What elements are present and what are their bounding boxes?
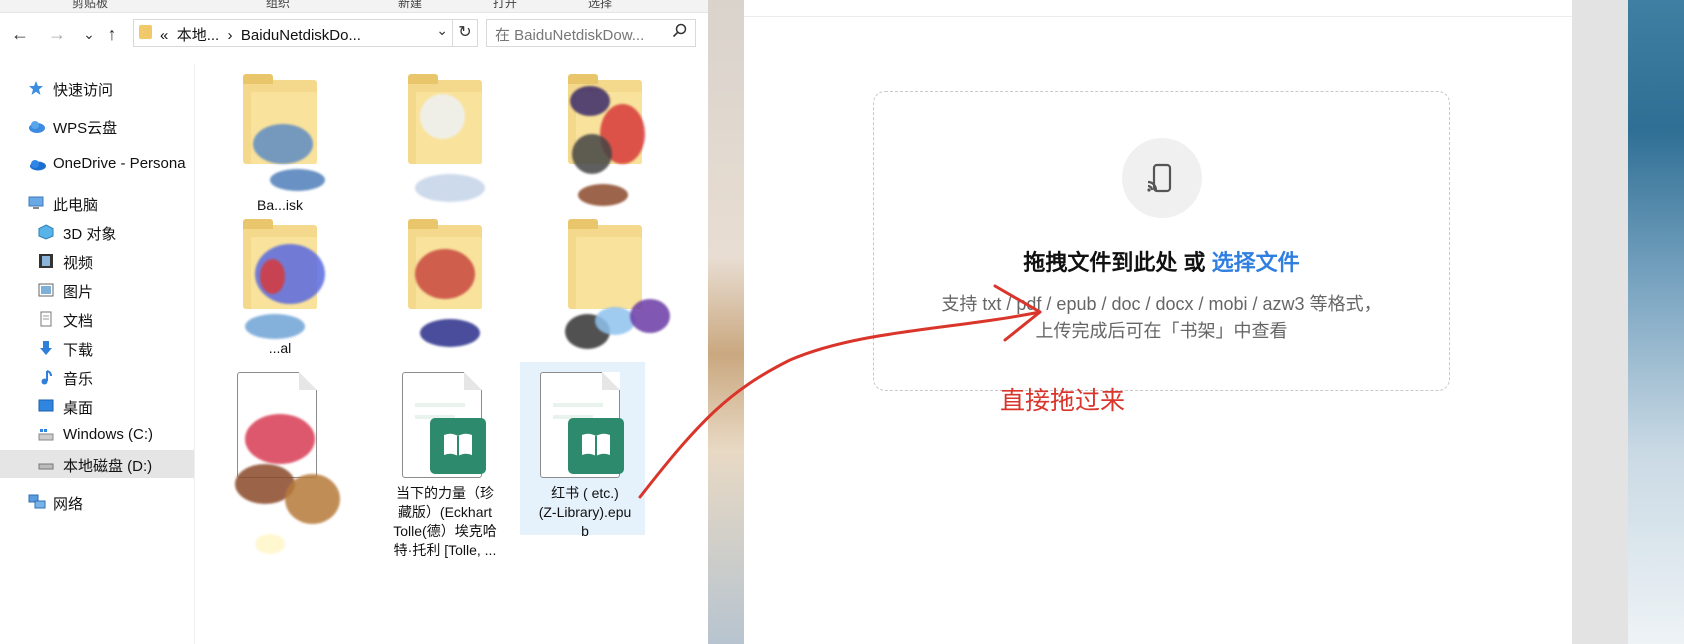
file-grid: Ba...isk ...al 当下的力量（珍 藏版）(Eckhart Tolle… bbox=[200, 64, 700, 644]
sidebar-item-label: 桌面 bbox=[63, 400, 94, 417]
sidebar-item-quick-access[interactable]: 快速访问 bbox=[0, 74, 194, 102]
supported-formats-text: 支持 txt / pdf / epub / doc / docx / mobi … bbox=[941, 294, 1382, 314]
ribbon-group-labels: 剪贴板 组织 新建 打开 选择 bbox=[0, 0, 708, 13]
address-bar-row: ← → ⌄ ↑ « 本地... › BaiduNetdiskDo... ⌄ ↻ … bbox=[0, 13, 708, 53]
sidebar-item-pictures[interactable]: 图片 bbox=[0, 276, 194, 304]
header-divider bbox=[744, 16, 1572, 17]
breadcrumb-local-disk[interactable]: 本地... bbox=[177, 27, 220, 44]
drive-icon bbox=[38, 456, 54, 472]
breadcrumb-baidunetdisk[interactable]: BaiduNetdiskDo... bbox=[241, 27, 361, 44]
computer-icon bbox=[28, 195, 44, 211]
upload-hint-text: 上传完成后可在「书架」中查看 bbox=[1035, 321, 1288, 341]
file-name: ...al bbox=[268, 340, 292, 356]
epub-file-item-selected[interactable]: 红书 ( etc.) (Z-Library).epu b bbox=[539, 364, 670, 564]
sidebar-item-this-pc[interactable]: 此电脑 bbox=[0, 189, 194, 217]
file-drop-zone[interactable]: 拖拽文件到此处 或 选择文件 支持 txt / pdf / epub / doc… bbox=[873, 91, 1450, 391]
picture-icon bbox=[38, 282, 54, 298]
onedrive-icon bbox=[28, 156, 46, 172]
ribbon-organize[interactable]: 组织 bbox=[266, 0, 290, 11]
sidebar-item-desktop[interactable]: 桌面 bbox=[0, 392, 194, 420]
recent-locations-button[interactable]: ⌄ bbox=[78, 23, 100, 45]
desktop-icon bbox=[38, 398, 54, 414]
file-name: 红书 ( etc.) (Z-Library).epu b bbox=[538, 485, 632, 539]
sidebar-item-network[interactable]: 网络 bbox=[0, 488, 194, 516]
search-icon bbox=[672, 23, 687, 42]
forward-button[interactable]: → bbox=[46, 23, 68, 45]
sidebar-item-label: 文档 bbox=[63, 313, 94, 330]
upload-page: 拖拽文件到此处 或 选择文件 支持 txt / pdf / epub / doc… bbox=[744, 0, 1572, 644]
choose-file-link[interactable]: 选择文件 bbox=[1212, 250, 1300, 275]
sidebar-item-label: WPS云盘 bbox=[53, 120, 118, 137]
ribbon-select[interactable]: 选择 bbox=[588, 0, 612, 11]
download-icon bbox=[38, 340, 54, 356]
sidebar-item-local-disk-d[interactable]: 本地磁盘 (D:) bbox=[0, 450, 194, 478]
ribbon-new[interactable]: 新建 bbox=[398, 0, 422, 11]
epub-file-item[interactable]: 当下的力量（珍 藏版）(Eckhart Tolle(德）埃克哈 特·托利 [To… bbox=[380, 364, 510, 564]
refresh-button[interactable]: ↻ bbox=[452, 19, 478, 47]
sidebar-item-label: 下载 bbox=[63, 342, 94, 359]
sidebar-item-label: OneDrive - Persona bbox=[53, 155, 186, 172]
sidebar-item-documents[interactable]: 文档 bbox=[0, 305, 194, 333]
cast-icon bbox=[1122, 138, 1202, 218]
network-icon bbox=[28, 494, 46, 510]
sidebar-item-label: 音乐 bbox=[63, 371, 94, 388]
sidebar-item-windows-c[interactable]: Windows (C:) bbox=[0, 421, 194, 449]
folder-item[interactable] bbox=[540, 219, 670, 354]
ribbon-clipboard[interactable]: 剪贴板 bbox=[72, 0, 108, 11]
wallpaper-strip-left bbox=[708, 0, 744, 644]
sidebar-item-label: 此电脑 bbox=[53, 197, 99, 214]
search-placeholder: 在 BaiduNetdiskDow... bbox=[495, 27, 645, 44]
sidebar-item-music[interactable]: 音乐 bbox=[0, 363, 194, 391]
ribbon-open[interactable]: 打开 bbox=[493, 0, 517, 11]
drop-zone-title: 拖拽文件到此处 或 选择文件 bbox=[874, 245, 1449, 277]
file-name: 当下的力量（珍 藏版）(Eckhart Tolle(德）埃克哈 特·托利 [To… bbox=[393, 485, 497, 558]
folder-icon bbox=[568, 219, 642, 309]
document-icon bbox=[38, 311, 54, 327]
sidebar-item-label: 网络 bbox=[53, 496, 84, 513]
sidebar-item-label: Windows (C:) bbox=[63, 426, 154, 443]
music-icon bbox=[38, 369, 54, 385]
sidebar-item-onedrive[interactable]: OneDrive - Persona bbox=[0, 150, 194, 178]
sidebar-item-videos[interactable]: 视频 bbox=[0, 247, 194, 275]
file-explorer-window: 剪贴板 组织 新建 打开 选择 ← → ⌄ ↑ « 本地... › BaiduN… bbox=[0, 0, 709, 644]
file-item[interactable] bbox=[215, 364, 345, 564]
sidebar-item-label: 3D 对象 bbox=[63, 226, 117, 243]
window-edge bbox=[1572, 0, 1628, 644]
chevron-down-icon[interactable]: ⌄ bbox=[436, 22, 448, 39]
sidebar-item-label: 本地磁盘 (D:) bbox=[63, 458, 153, 475]
sidebar-item-label: 快速访问 bbox=[53, 82, 114, 99]
folder-item[interactable]: ...al bbox=[215, 219, 345, 356]
folder-item[interactable]: Ba...isk bbox=[215, 74, 345, 213]
sidebar-item-label: 视频 bbox=[63, 255, 94, 272]
search-input[interactable]: 在 BaiduNetdiskDow... bbox=[486, 19, 696, 47]
drive-icon bbox=[38, 427, 54, 443]
sidebar-item-3d-objects[interactable]: 3D 对象 bbox=[0, 218, 194, 246]
up-button[interactable]: ↑ bbox=[101, 23, 123, 45]
folder-item[interactable] bbox=[380, 219, 510, 354]
back-button[interactable]: ← bbox=[9, 23, 31, 45]
reader-book-icon bbox=[568, 418, 624, 474]
sidebar-item-wps-cloud[interactable]: WPS云盘 bbox=[0, 112, 194, 140]
breadcrumb-separator: › bbox=[227, 27, 233, 44]
breadcrumb-overflow[interactable]: « bbox=[160, 27, 168, 44]
file-name: Ba...isk bbox=[257, 197, 303, 213]
navigation-pane: 快速访问 WPS云盘 OneDrive - Persona 此电脑 3D 对象 … bbox=[0, 64, 195, 644]
cube-icon bbox=[38, 224, 54, 240]
star-icon bbox=[28, 80, 44, 96]
sidebar-item-label: 图片 bbox=[63, 284, 94, 301]
breadcrumb: « 本地... › BaiduNetdiskDo... bbox=[160, 24, 361, 45]
address-field[interactable]: « 本地... › BaiduNetdiskDo... ⌄ bbox=[133, 19, 453, 47]
drag-annotation-text: 直接拖过来 bbox=[1000, 387, 1126, 415]
sidebar-item-downloads[interactable]: 下载 bbox=[0, 334, 194, 362]
reader-book-icon bbox=[430, 418, 486, 474]
drop-zone-title-text: 拖拽文件到此处 或 bbox=[1023, 250, 1212, 275]
video-icon bbox=[38, 253, 54, 269]
folder-icon bbox=[139, 25, 152, 39]
folder-item[interactable] bbox=[540, 74, 670, 206]
cloud-icon bbox=[28, 118, 45, 134]
folder-item[interactable] bbox=[380, 74, 510, 204]
